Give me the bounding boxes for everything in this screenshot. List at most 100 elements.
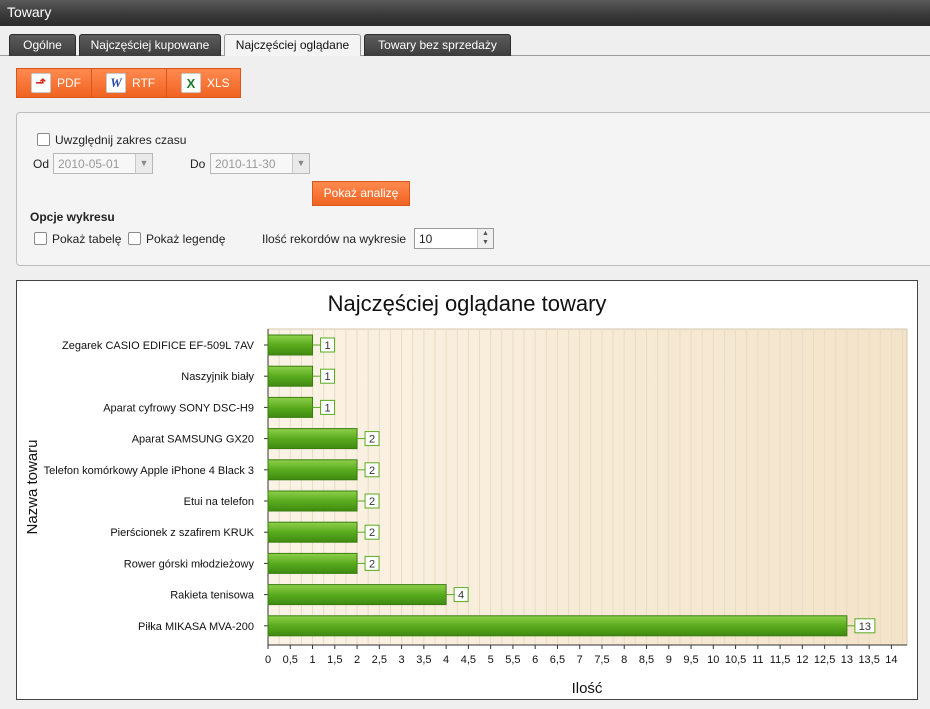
chevron-down-icon[interactable]: ▼ — [292, 154, 309, 173]
category-label: Zegarek CASIO EDIFICE EF-509L 7AV — [62, 340, 255, 352]
chart-panel: Najczęściej oglądane towary Zegarek CASI… — [16, 280, 918, 700]
bar — [267, 584, 447, 606]
from-date-field[interactable]: 2010-05-01 ▼ — [53, 153, 153, 174]
bar — [267, 334, 314, 356]
include-range-checkbox[interactable] — [37, 133, 50, 146]
show-analysis-button[interactable]: Pokaż analizę — [312, 181, 410, 206]
category-label: Aparat cyfrowy SONY DSC-H9 — [103, 402, 254, 414]
x-tick-label: 0 — [265, 654, 271, 666]
x-tick-label: 10,5 — [725, 654, 746, 666]
x-tick-label: 12,5 — [814, 654, 835, 666]
data-label: 4 — [458, 590, 464, 602]
data-label: 2 — [369, 465, 375, 477]
category-label: Pierścionek z szafirem KRUK — [110, 527, 254, 539]
show-legend-checkbox[interactable] — [128, 232, 141, 245]
show-legend-label: Pokaż legendę — [146, 232, 226, 246]
x-tick-label: 6 — [532, 654, 538, 666]
records-count-stepper[interactable]: 10 ▲ ▼ — [414, 228, 494, 249]
x-tick-label: 2 — [354, 654, 360, 666]
data-label: 1 — [324, 340, 330, 352]
chart-title: Najczęściej oglądane towary — [328, 291, 607, 316]
x-tick-label: 13,5 — [858, 654, 879, 666]
x-tick-label: 8 — [621, 654, 627, 666]
records-count-label: Ilość rekordów na wykresie — [262, 232, 407, 246]
x-tick-label: 3 — [399, 654, 405, 666]
x-tick-label: 8,5 — [639, 654, 654, 666]
x-tick-label: 9 — [666, 654, 672, 666]
to-label: Do — [190, 157, 206, 171]
data-label: 2 — [369, 434, 375, 446]
category-label: Aparat SAMSUNG GX20 — [132, 434, 254, 446]
bar — [267, 490, 358, 512]
category-label: Naszyjnik biały — [181, 371, 254, 383]
word-icon: W — [106, 73, 126, 93]
x-tick-labels: 0 0,5 1 1,5 2 2,5 3 3,5 4 4,5 5 5,5 6 6,5 7 7,5 8 8,5 9 9,5… — [265, 645, 898, 666]
data-label: 2 — [369, 558, 375, 570]
x-tick-label: 5 — [488, 654, 494, 666]
pdf-icon: ⬏ — [31, 73, 51, 93]
x-tick-label: 3,5 — [416, 654, 431, 666]
from-label: Od — [33, 157, 50, 171]
data-label: 2 — [369, 527, 375, 539]
data-label: 1 — [324, 371, 330, 383]
bar-chart: Najczęściej oglądane towary Zegarek CASI… — [24, 291, 908, 697]
tab-unsold-items[interactable]: Towary bez sprzedaży — [364, 34, 511, 56]
x-tick-label: 14 — [885, 654, 897, 666]
export-pdf-button[interactable]: ⬏ PDF — [16, 68, 92, 98]
tab-most-bought[interactable]: Najczęściej kupowane — [79, 34, 221, 56]
to-date-field[interactable]: 2010-11-30 ▼ — [210, 153, 310, 174]
x-tick-label: 5,5 — [505, 654, 520, 666]
data-label: 1 — [324, 402, 330, 414]
category-label: Rakieta tenisowa — [170, 590, 255, 602]
bar — [267, 615, 848, 637]
excel-icon: X — [181, 73, 201, 93]
x-tick-label: 12 — [796, 654, 808, 666]
x-tick-label: 7 — [577, 654, 583, 666]
export-xls-button[interactable]: X XLS — [166, 68, 241, 98]
to-date-value: 2010-11-30 — [215, 157, 276, 171]
bar — [267, 396, 314, 418]
export-rtf-button[interactable]: W RTF — [91, 68, 167, 98]
tab-general[interactable]: Ogólne — [9, 34, 76, 56]
chevron-down-icon[interactable]: ▼ — [135, 154, 152, 173]
include-range-label: Uwzględnij zakres czasu — [55, 133, 187, 147]
x-tick-label: 6,5 — [550, 654, 565, 666]
export-pdf-label: PDF — [57, 76, 81, 90]
chart-options-heading: Opcje wykresu — [30, 210, 115, 224]
x-tick-label: 0,5 — [283, 654, 298, 666]
show-table-checkbox[interactable] — [34, 232, 47, 245]
export-xls-label: XLS — [207, 76, 230, 90]
x-tick-label: 4 — [443, 654, 449, 666]
records-count-value: 10 — [419, 232, 433, 246]
x-tick-label: 4,5 — [461, 654, 476, 666]
x-tick-label: 7,5 — [594, 654, 609, 666]
show-table-label: Pokaż tabelę — [52, 232, 122, 246]
export-rtf-label: RTF — [132, 76, 156, 90]
category-label: Rower górski młodzieżowy — [124, 558, 255, 570]
data-label: 13 — [859, 621, 871, 633]
stepper-arrows-icon[interactable]: ▲ ▼ — [477, 229, 493, 248]
x-tick-label: 11,5 — [770, 654, 791, 666]
tab-bar: Ogólne Najczęściej kupowane Najczęściej … — [0, 26, 930, 57]
x-tick-label: 13 — [841, 654, 853, 666]
x-tick-label: 11 — [752, 654, 763, 666]
bar — [267, 521, 358, 543]
category-label: Etui na telefon — [184, 496, 254, 508]
x-tick-label: 1,5 — [327, 654, 342, 666]
bar — [267, 365, 314, 387]
y-axis-label: Nazwa towaru — [24, 439, 41, 534]
bar — [267, 428, 358, 450]
x-tick-label: 2,5 — [372, 654, 387, 666]
x-tick-label: 10 — [707, 654, 719, 666]
x-tick-label: 1 — [309, 654, 315, 666]
category-label: Piłka MIKASA MVA-200 — [138, 621, 254, 633]
tab-most-viewed[interactable]: Najczęściej oglądane — [224, 34, 361, 57]
x-tick-label: 9,5 — [683, 654, 698, 666]
bar — [267, 459, 358, 481]
x-axis-label: Ilość — [572, 680, 603, 697]
bar — [267, 552, 358, 574]
window-title: Towary — [0, 0, 930, 26]
category-label: Telefon komórkowy Apple iPhone 4 Black 3 — [44, 465, 254, 477]
from-date-value: 2010-05-01 — [58, 157, 120, 171]
data-label: 2 — [369, 496, 375, 508]
